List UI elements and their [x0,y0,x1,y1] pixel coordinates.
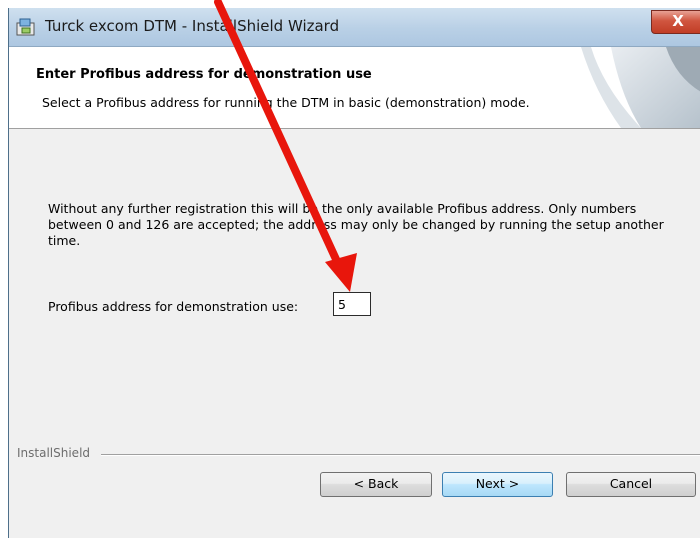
next-button[interactable]: Next > [442,472,553,497]
cancel-button[interactable]: Cancel [566,472,696,497]
close-icon: X [672,12,684,30]
close-button[interactable]: X [651,10,700,34]
profibus-address-input[interactable]: 5 [333,292,371,316]
installer-icon [16,18,35,36]
back-button[interactable]: < Back [320,472,432,497]
page-subtitle: Select a Profibus address for running th… [42,95,530,110]
page-title: Enter Profibus address for demonstration… [36,67,372,82]
address-label: Profibus address for demonstration use: [48,299,299,314]
footer-divider [101,454,700,456]
description-text: Without any further registration this wi… [48,201,664,248]
title-bar[interactable]: Turck excom DTM - InstallShield Wizard X [9,8,700,47]
installer-window: Turck excom DTM - InstallShield Wizard X… [8,8,700,538]
banner-graphic [581,47,700,128]
header-banner: Enter Profibus address for demonstration… [9,47,700,129]
window-title: Turck excom DTM - InstallShield Wizard [45,17,340,35]
installshield-brand: InstallShield [17,446,95,460]
